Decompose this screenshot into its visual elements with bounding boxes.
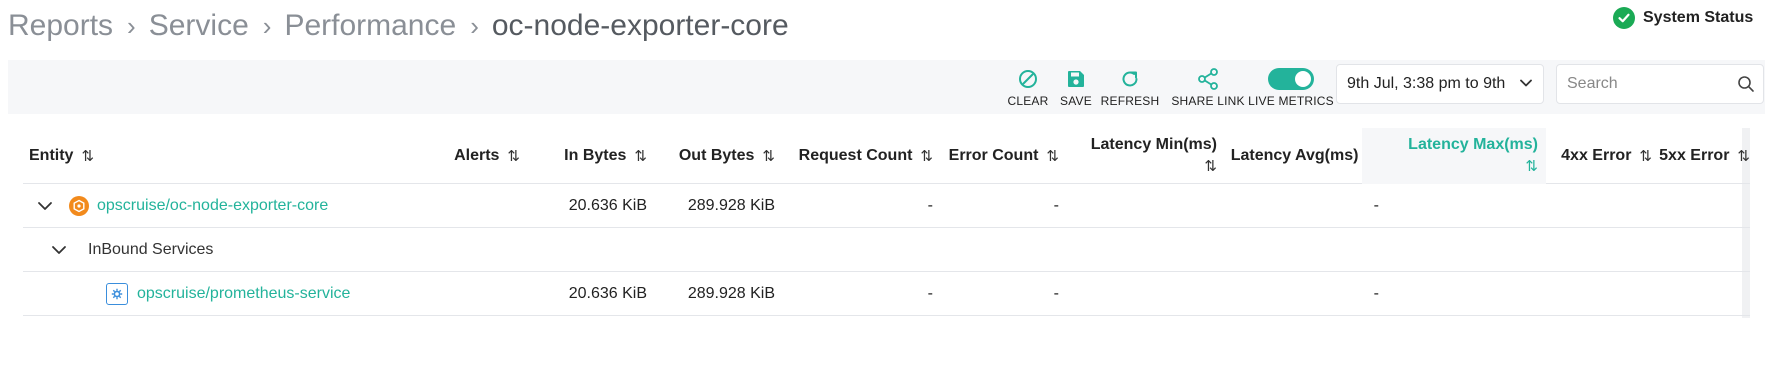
breadcrumb-separator: › (127, 10, 136, 41)
column-label: Out Bytes (678, 147, 755, 164)
column-label: Latency Min(ms) (1090, 136, 1217, 153)
sort-icon[interactable]: ⇅ (1204, 156, 1217, 178)
in-bytes-cell: 20.636 KiB (568, 197, 647, 214)
error-count-cell: - (1053, 285, 1059, 302)
column-header-out-bytes[interactable]: Out Bytes ⇅ (651, 128, 775, 184)
system-status[interactable]: System Status (1613, 6, 1753, 30)
share-link-button[interactable]: SHARE LINK (1168, 60, 1248, 114)
in-bytes-cell: 20.636 KiB (568, 285, 647, 302)
request-count-cell: - (927, 197, 933, 214)
latency-avg-cell: - (1373, 285, 1379, 302)
column-header-latency-max[interactable]: Latency Max(ms) ⇅ (1362, 128, 1546, 184)
column-header-in-bytes[interactable]: In Bytes ⇅ (540, 128, 647, 184)
column-header-4xx-error[interactable]: 4xx Error ⇅ (1548, 128, 1652, 184)
sort-icon[interactable]: ⇅ (1046, 147, 1059, 165)
refresh-icon (1120, 66, 1140, 92)
column-header-error-count[interactable]: Error Count ⇅ (933, 128, 1059, 184)
latency-avg-cell: - (1373, 197, 1379, 214)
sort-icon[interactable]: ⇅ (1525, 156, 1538, 178)
breadcrumb-service[interactable]: Service (149, 9, 249, 43)
table-header: Entity ⇅ Alerts ⇅ In Bytes ⇅ Out Bytes ⇅ Req… (23, 128, 1750, 184)
chevron-down-icon[interactable] (51, 242, 67, 263)
search-input[interactable] (1557, 65, 1717, 103)
column-header-5xx-error[interactable]: 5xx Error ⇅ (1659, 128, 1750, 184)
entity-link[interactable]: opscruise/prometheus-service (137, 285, 350, 303)
toggle-knob (1295, 71, 1311, 87)
performance-table: Entity ⇅ Alerts ⇅ In Bytes ⇅ Out Bytes ⇅ Req… (23, 128, 1750, 318)
column-header-request-count[interactable]: Request Count ⇅ (775, 128, 933, 184)
breadcrumb-current: oc-node-exporter-core (491, 9, 789, 42)
share-icon (1196, 66, 1220, 92)
breadcrumb-reports[interactable]: Reports (8, 9, 113, 43)
sort-icon[interactable]: ⇅ (920, 147, 933, 165)
breadcrumb: Reports › Service › Performance › oc-nod… (8, 6, 789, 46)
table-row[interactable]: opscruise/oc-node-exporter-core 20.636 K… (23, 184, 1750, 228)
live-metrics-label: LIVE METRICS (1248, 94, 1334, 108)
service-icon (106, 283, 128, 305)
share-link-label: SHARE LINK (1171, 94, 1245, 108)
save-icon (1067, 66, 1085, 92)
out-bytes-cell: 289.928 KiB (687, 197, 775, 214)
request-count-cell: - (927, 285, 933, 302)
group-row[interactable]: InBound Services (23, 228, 1750, 272)
sort-icon[interactable]: ⇅ (507, 147, 520, 165)
column-label: 4xx Error (1561, 147, 1632, 164)
save-button[interactable]: SAVE (1054, 60, 1098, 114)
search-icon[interactable] (1737, 75, 1755, 98)
column-label: Latency Avg(ms) (1230, 147, 1359, 164)
column-header-latency-min[interactable]: Latency Min(ms) ⇅ (1059, 128, 1217, 184)
column-label: Entity (29, 147, 74, 164)
toggle-track (1268, 66, 1314, 92)
chevron-down-icon (1519, 76, 1533, 95)
column-label: In Bytes (564, 147, 627, 164)
entity-link[interactable]: opscruise/oc-node-exporter-core (97, 197, 328, 215)
refresh-button[interactable]: REFRESH (1100, 60, 1160, 114)
column-label: Error Count (948, 147, 1039, 164)
breadcrumb-separator: › (470, 10, 479, 41)
sort-icon[interactable]: ⇅ (1737, 147, 1750, 165)
refresh-label: REFRESH (1100, 94, 1160, 108)
check-circle-icon (1613, 7, 1635, 29)
sort-icon[interactable]: ⇅ (81, 147, 94, 165)
date-range-select[interactable]: 9th Jul, 3:38 pm to 9th (1336, 64, 1544, 104)
breadcrumb-performance[interactable]: Performance (284, 9, 456, 43)
column-header-alerts[interactable]: Alerts ⇅ (427, 128, 520, 184)
chevron-down-icon[interactable] (37, 198, 53, 219)
entity-cell: opscruise/oc-node-exporter-core (69, 184, 328, 228)
live-metrics-toggle[interactable]: LIVE METRICS (1248, 60, 1334, 114)
sort-icon[interactable]: ⇅ (762, 147, 775, 165)
column-label: Alerts (454, 147, 500, 164)
group-label: InBound Services (88, 241, 214, 258)
sort-icon[interactable]: ⇅ (1639, 147, 1652, 165)
clear-icon (1018, 66, 1038, 92)
column-label: Request Count (798, 147, 913, 164)
column-label: Latency Max(ms) (1408, 136, 1538, 153)
toolbar: CLEAR SAVE REFRESH SHARE LINK LIVE METRI… (8, 60, 1765, 114)
entity-cell: opscruise/prometheus-service (106, 272, 350, 316)
save-label: SAVE (1060, 94, 1092, 108)
search-box (1556, 64, 1764, 104)
sort-icon[interactable]: ⇅ (634, 147, 647, 165)
column-header-latency-avg[interactable]: Latency Avg(ms)⇅ (1219, 128, 1379, 184)
breadcrumb-separator: › (262, 10, 272, 41)
error-count-cell: - (1053, 197, 1059, 214)
date-range-value: 9th Jul, 3:38 pm to 9th (1347, 75, 1506, 92)
table-row[interactable]: opscruise/prometheus-service 20.636 KiB … (23, 272, 1750, 316)
toggle[interactable] (1268, 68, 1314, 90)
system-status-label: System Status (1643, 9, 1754, 26)
out-bytes-cell: 289.928 KiB (687, 285, 775, 302)
column-label: 5xx Error (1659, 147, 1730, 164)
clear-button[interactable]: CLEAR (1000, 60, 1056, 114)
column-header-entity[interactable]: Entity ⇅ (29, 128, 94, 184)
kubernetes-icon (69, 196, 89, 216)
clear-label: CLEAR (1007, 94, 1049, 108)
